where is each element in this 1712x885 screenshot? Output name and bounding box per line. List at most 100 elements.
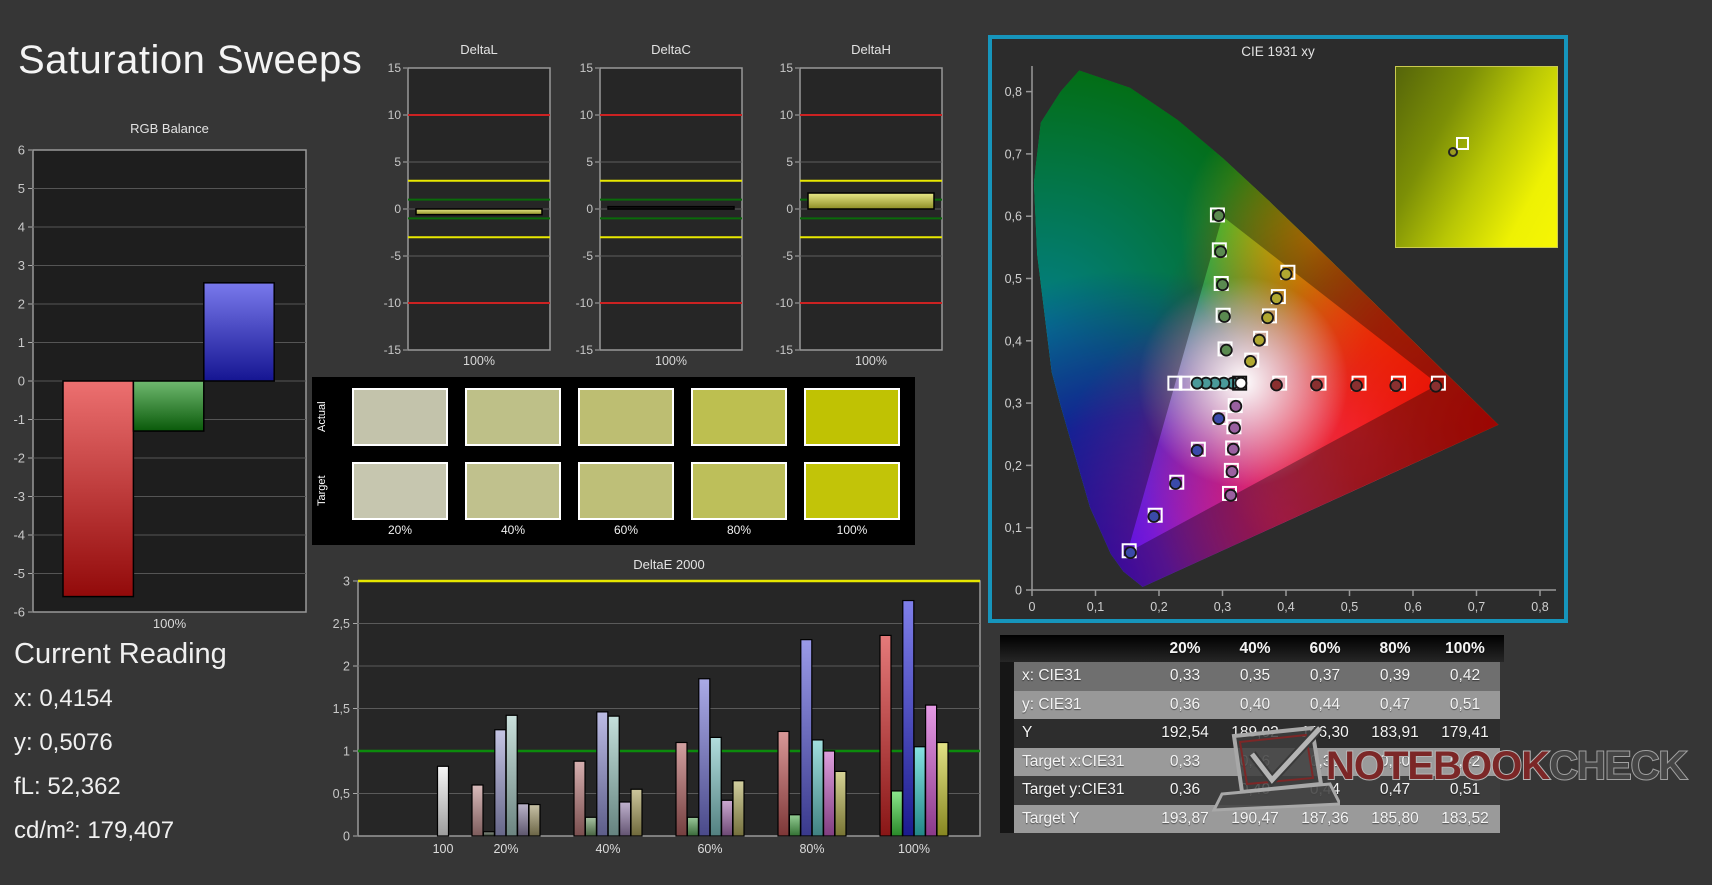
bar bbox=[494, 729, 507, 837]
bar-green bbox=[132, 380, 205, 432]
row-value: 0,44 bbox=[1290, 690, 1360, 719]
tick-label: 5 bbox=[394, 155, 401, 169]
bar bbox=[596, 711, 609, 837]
measured-marker bbox=[1147, 510, 1161, 523]
tick-label: 6 bbox=[18, 143, 25, 158]
tick-label: -15 bbox=[384, 343, 402, 357]
row-label: Target y:CIE31 bbox=[1014, 776, 1150, 805]
tick-label: 3 bbox=[18, 258, 25, 273]
row-value: 0,33 bbox=[1150, 662, 1220, 691]
delta-h-title: DeltaH bbox=[851, 42, 891, 57]
tick-label: 4 bbox=[18, 220, 25, 235]
tick-label: 0 bbox=[18, 374, 25, 389]
x-tick-label: 0,5 bbox=[1341, 600, 1358, 614]
target-row-label: Target bbox=[316, 475, 328, 507]
current-reading: Current Reading x: 0,4154 y: 0,5076 fL: … bbox=[14, 638, 227, 861]
row-value: 0,39 bbox=[1360, 662, 1430, 691]
y-tick-label: 0,7 bbox=[1005, 147, 1022, 161]
x-tick-label: 0,1 bbox=[1087, 600, 1104, 614]
tick-label: -10 bbox=[384, 296, 402, 310]
bar bbox=[807, 192, 935, 210]
row-value: 0,42 bbox=[1430, 662, 1500, 691]
measured-marker bbox=[1279, 267, 1293, 281]
y-tick-label: 0,6 bbox=[1005, 210, 1022, 224]
bar bbox=[822, 750, 836, 837]
current-reading-heading: Current Reading bbox=[14, 638, 227, 670]
bar bbox=[607, 715, 620, 837]
row-value: 0,51 bbox=[1430, 690, 1500, 719]
measured-marker bbox=[1214, 245, 1227, 259]
bar bbox=[879, 634, 892, 837]
bar bbox=[505, 714, 518, 837]
bar bbox=[516, 803, 530, 837]
tick-label: 5 bbox=[586, 155, 593, 169]
delta-l-chart: 15 10 5 0 -5 -10 -15 bbox=[384, 61, 551, 357]
measured-marker bbox=[1225, 465, 1239, 479]
tick-label: -10 bbox=[576, 296, 594, 310]
y-tick-label: 0,5 bbox=[1005, 272, 1022, 286]
y-tick-label: 0,4 bbox=[1005, 334, 1022, 348]
delta-c-chart: 15 10 5 0 -5 -10 -15 bbox=[576, 61, 743, 357]
row-strip-cell bbox=[1000, 690, 1014, 719]
delta-c-xlabel: 100% bbox=[655, 354, 687, 368]
x-tick-label: 0,4 bbox=[1277, 600, 1294, 614]
measured-marker bbox=[1218, 310, 1231, 323]
x-axis-label: 100 bbox=[433, 842, 454, 856]
row-strip-cell bbox=[1000, 662, 1014, 691]
tick-label: -15 bbox=[576, 343, 594, 357]
tick-label: 10 bbox=[388, 108, 402, 122]
y-tick-label: 0,3 bbox=[1005, 397, 1022, 411]
tick-label: 1,5 bbox=[333, 702, 350, 716]
watermark-notebook: NOTEBOOK bbox=[1325, 743, 1551, 789]
header-strip-cell bbox=[1000, 635, 1014, 662]
measured-marker bbox=[1228, 421, 1241, 435]
row-label: Target Y bbox=[1014, 804, 1150, 833]
measured-marker bbox=[1190, 444, 1204, 457]
target-swatch-80% bbox=[691, 462, 787, 520]
tick-label: 0 bbox=[343, 830, 350, 844]
current-reading-x: x: 0,4154 bbox=[14, 685, 113, 712]
row-value: 0,35 bbox=[1220, 662, 1290, 691]
bar bbox=[528, 803, 541, 837]
tick-label: 5 bbox=[18, 181, 25, 196]
laptop-check-icon bbox=[1211, 724, 1343, 812]
bar bbox=[936, 741, 949, 837]
tick-label: 15 bbox=[388, 61, 402, 75]
measured-marker bbox=[1350, 379, 1363, 393]
white-point-measured-marker bbox=[1234, 376, 1248, 390]
bar bbox=[607, 205, 735, 210]
rgb-balance-xlabel: 100% bbox=[152, 616, 187, 631]
watermark-check: CHECK bbox=[1548, 743, 1688, 789]
x-tick-label: 0 bbox=[1029, 600, 1036, 614]
row-strip-cell bbox=[1000, 804, 1014, 833]
measured-marker bbox=[1429, 379, 1443, 393]
tick-label: -10 bbox=[776, 296, 794, 310]
actual-swatch-100% bbox=[804, 388, 900, 446]
measured-marker bbox=[1124, 546, 1137, 560]
bar-red bbox=[62, 380, 135, 598]
tick-label: -6 bbox=[13, 605, 25, 620]
target-swatch-100% bbox=[804, 462, 900, 520]
y-tick-label: 0,2 bbox=[1005, 459, 1022, 473]
row-value: 0,40 bbox=[1220, 690, 1290, 719]
bar bbox=[584, 816, 598, 837]
row-label: Target x:CIE31 bbox=[1014, 747, 1150, 776]
y-tick-label: 0,1 bbox=[1005, 521, 1022, 535]
actual-swatch-80% bbox=[691, 388, 787, 446]
bar bbox=[720, 799, 734, 837]
tick-label: 0 bbox=[586, 202, 593, 216]
tick-label: 15 bbox=[580, 61, 594, 75]
saturation-swatch-panel: Actual Target 20% 40% 60% 80% 100% bbox=[312, 377, 915, 545]
bar bbox=[482, 831, 495, 837]
actual-swatch-60% bbox=[578, 388, 674, 446]
measured-marker bbox=[1190, 376, 1204, 390]
tick-label: 2,5 bbox=[333, 617, 350, 631]
tick-label: 5 bbox=[786, 155, 793, 169]
bar bbox=[902, 599, 915, 837]
x-tick-label: 0,8 bbox=[1531, 600, 1548, 614]
actual-row-label: Actual bbox=[316, 401, 328, 433]
current-reading-cdm2: cd/m²: 179,407 bbox=[14, 817, 175, 844]
delta-l-xlabel: 100% bbox=[463, 354, 495, 368]
bar bbox=[834, 770, 847, 837]
tick-label: 10 bbox=[580, 108, 594, 122]
